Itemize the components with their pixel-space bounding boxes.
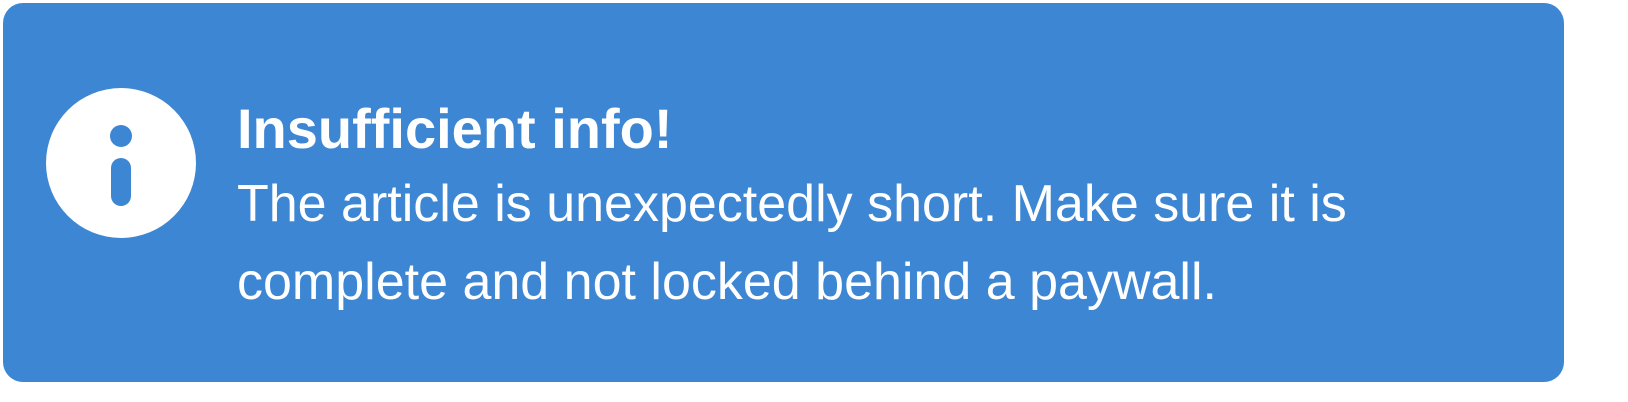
info-alert: Insufficient info! The article is unexpe…	[3, 3, 1564, 382]
alert-content: Insufficient info! The article is unexpe…	[237, 93, 1507, 321]
info-icon	[46, 88, 196, 238]
alert-title: Insufficient info!	[237, 97, 673, 160]
alert-message: The article is unexpectedly short. Make …	[237, 175, 1347, 311]
